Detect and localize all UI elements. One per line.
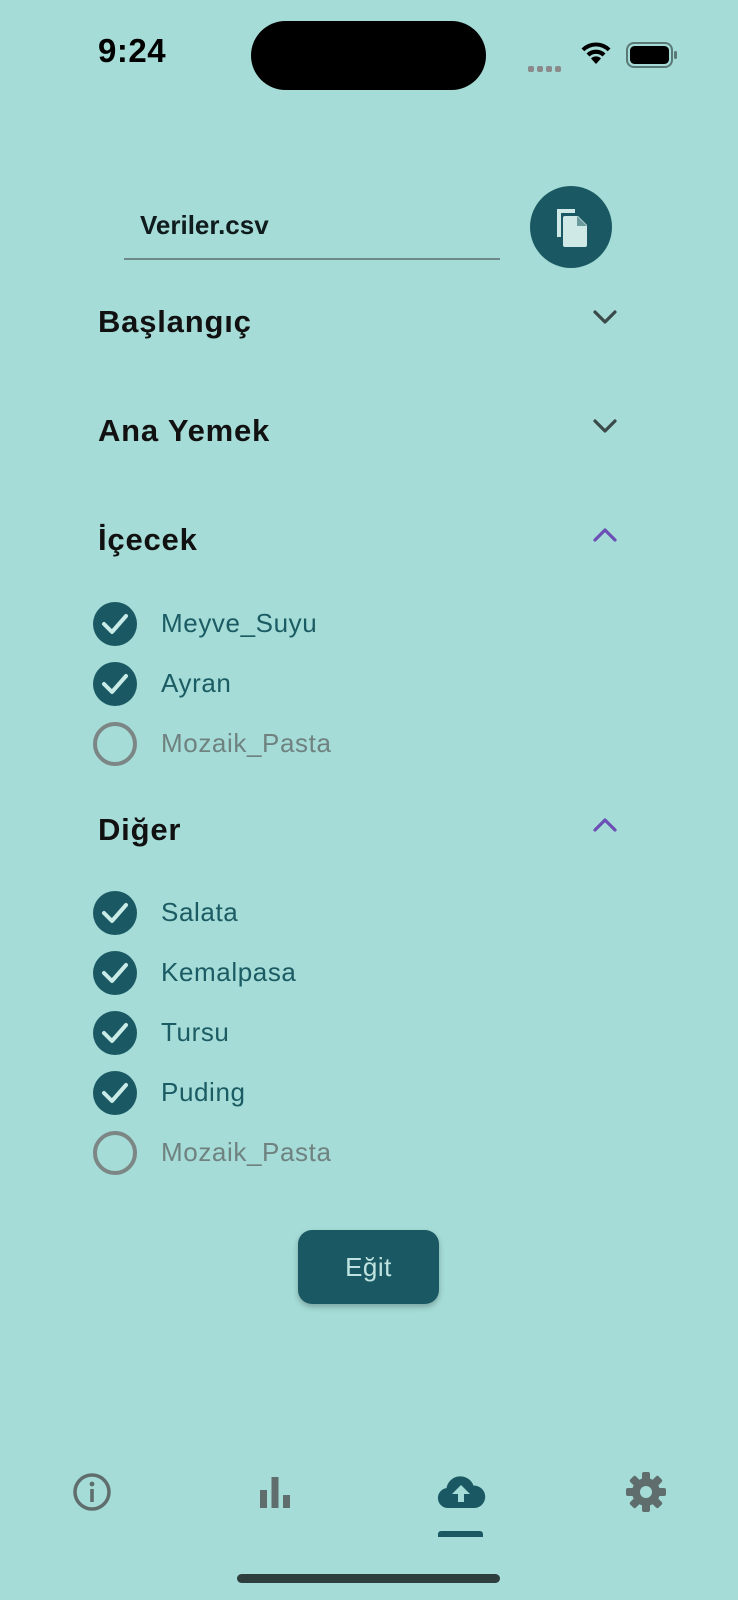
item-label: Tursu: [161, 1017, 230, 1047]
section-header-baslangic[interactable]: Başlangıç: [98, 292, 618, 352]
checkbox-checked-icon: [93, 891, 137, 935]
chevron-down-icon: [593, 310, 617, 324]
section-title: Ana Yemek: [98, 413, 271, 448]
battery-icon: [626, 42, 678, 73]
train-button[interactable]: Eğit: [298, 1230, 439, 1304]
checkbox-item-tursu[interactable]: Tursu: [93, 1009, 493, 1057]
nav-upload[interactable]: [431, 1462, 491, 1522]
file-copy-icon: [557, 209, 587, 247]
item-label: Ayran: [161, 668, 232, 698]
chevron-up-icon: [593, 818, 617, 832]
file-name-field[interactable]: Veriler.csv: [124, 196, 500, 260]
item-label: Salata: [161, 897, 239, 927]
item-label: Puding: [161, 1077, 246, 1107]
checkbox-checked-icon: [93, 662, 137, 706]
cloud-upload-icon: [437, 1476, 486, 1509]
checkbox-item-kemalpasa[interactable]: Kemalpasa: [93, 949, 493, 997]
item-label: Kemalpasa: [161, 957, 297, 987]
section-header-icecek[interactable]: İçecek: [98, 510, 618, 570]
checkbox-item-mozaik-pasta[interactable]: Mozaik_Pasta: [93, 720, 493, 768]
checkbox-item-salata[interactable]: Salata: [93, 889, 493, 937]
section-title: İçecek: [98, 522, 198, 557]
section-title: Başlangıç: [98, 304, 252, 339]
checkbox-checked-icon: [93, 951, 137, 995]
checkbox-checked-icon: [93, 1011, 137, 1055]
checkbox-unchecked-icon: [93, 722, 137, 766]
section-title: Diğer: [98, 812, 182, 847]
checkbox-checked-icon: [93, 602, 137, 646]
nav-statistics[interactable]: [245, 1462, 305, 1522]
bar-chart-icon: [260, 1477, 290, 1508]
checkbox-item-meyve-suyu[interactable]: Meyve_Suyu: [93, 600, 493, 648]
wifi-icon: [579, 40, 613, 71]
nav-info[interactable]: [62, 1462, 122, 1522]
checkbox-checked-icon: [93, 1071, 137, 1115]
section-header-diger[interactable]: Diğer: [98, 800, 618, 860]
chevron-up-icon: [593, 528, 617, 542]
checkbox-unchecked-icon: [93, 1131, 137, 1175]
section-header-ana-yemek[interactable]: Ana Yemek: [98, 401, 618, 461]
checkbox-item-puding[interactable]: Puding: [93, 1069, 493, 1117]
file-name-text: Veriler.csv: [140, 210, 269, 240]
nav-selected-indicator: [438, 1531, 483, 1537]
info-icon: [73, 1473, 111, 1511]
dynamic-island: [251, 21, 486, 90]
checkbox-item-ayran[interactable]: Ayran: [93, 660, 493, 708]
pick-file-button[interactable]: [530, 186, 612, 268]
gear-icon: [626, 1472, 666, 1512]
item-label: Mozaik_Pasta: [161, 728, 332, 758]
item-label: Mozaik_Pasta: [161, 1137, 332, 1167]
item-label: Meyve_Suyu: [161, 608, 318, 638]
chevron-down-icon: [593, 419, 617, 433]
status-time: 9:24: [98, 32, 167, 69]
home-indicator: [237, 1574, 500, 1583]
nav-settings[interactable]: [616, 1462, 676, 1522]
cellular-signal-icon: [528, 59, 564, 77]
checkbox-item-mozaik-pasta-2[interactable]: Mozaik_Pasta: [93, 1129, 493, 1177]
